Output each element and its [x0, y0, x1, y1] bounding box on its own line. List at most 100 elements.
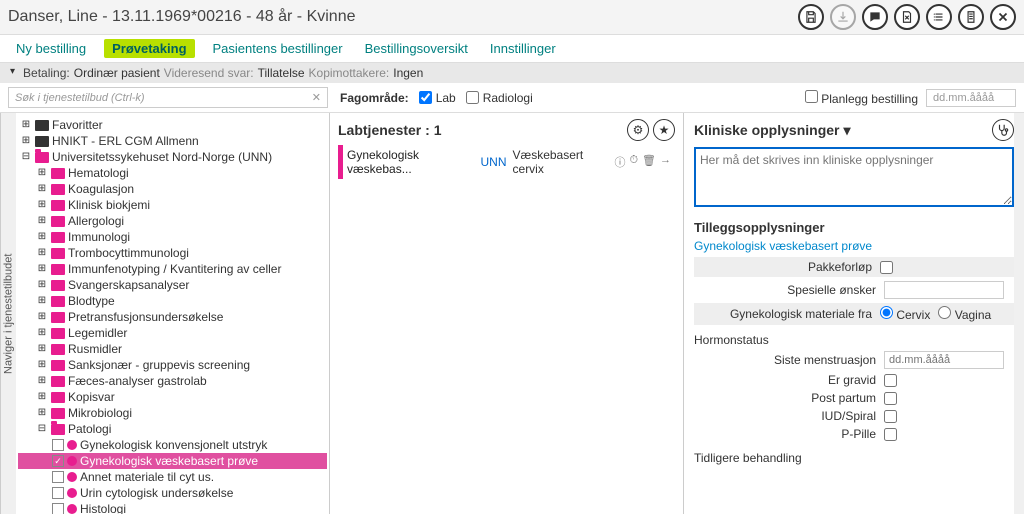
tree-item[interactable]: ⊞Koagulasjon: [18, 181, 327, 197]
tree-label: Universitetssykehuset Nord-Norge (UNN): [52, 150, 272, 164]
radiologi-checkbox[interactable]: Radiologi: [466, 91, 533, 105]
ppille-checkbox[interactable]: [884, 428, 897, 441]
tab-provetaking[interactable]: Prøvetaking: [104, 39, 194, 58]
page-icon[interactable]: [958, 4, 984, 30]
clock-icon[interactable]: ⏱: [629, 154, 638, 170]
clinical-info-title[interactable]: Kliniske opplysninger ▾: [694, 122, 851, 139]
clear-search-icon[interactable]: ✕: [312, 91, 321, 104]
row-gynmat: Gynekologisk materiale fra Cervix Vagina: [694, 303, 1014, 325]
tree-label: Immunfenotyping / Kvantitering av celler: [68, 262, 281, 276]
cervix-radio[interactable]: Cervix: [880, 306, 930, 322]
row-gravid: Er gravid: [694, 373, 1014, 387]
postpartum-checkbox[interactable]: [884, 392, 897, 405]
tree-label: Immunologi: [68, 230, 130, 244]
tree-patologi[interactable]: ⊟Patologi: [18, 421, 327, 437]
lab-service-item[interactable]: Gynekologisk væskebas... UNN Væskebasert…: [338, 145, 675, 179]
tab-ny-bestilling[interactable]: Ny bestilling: [12, 39, 90, 58]
tree-checkbox[interactable]: ✓: [52, 455, 64, 467]
tree-label: Gynekologisk konvensjonelt utstryk: [80, 438, 267, 452]
window-header: Danser, Line - 13.11.1969*00216 - 48 år …: [0, 0, 1024, 35]
planlegg-group: Planlegg bestilling dd.mm.åååå: [805, 89, 1016, 107]
gyn-prove-link[interactable]: Gynekologisk væskebasert prøve: [694, 239, 1014, 253]
tree-label: Sanksjonær - gruppevis screening: [68, 358, 250, 372]
row-ppille: P-Pille: [694, 427, 1014, 441]
tree-item[interactable]: ⊞Fæces-analyser gastrolab: [18, 373, 327, 389]
clinical-info-textarea[interactable]: [694, 147, 1014, 207]
tree-item[interactable]: ⊞Pretransfusjonsundersøkelse: [18, 309, 327, 325]
category-dot-icon: [67, 456, 77, 466]
betaling-value: Ordinær pasient: [74, 66, 160, 80]
tree-favoritter[interactable]: ⊞Favoritter: [18, 117, 327, 133]
tree-label: Allergologi: [68, 214, 124, 228]
tree-item[interactable]: ⊞Kopisvar: [18, 389, 327, 405]
tree-item[interactable]: ⊞Rusmidler: [18, 341, 327, 357]
save-icon[interactable]: [798, 4, 824, 30]
settings-icon[interactable]: [627, 119, 649, 141]
tree-item[interactable]: ⊞Hematologi: [18, 165, 327, 181]
gravid-checkbox[interactable]: [884, 374, 897, 387]
tab-innstillinger[interactable]: Innstillinger: [486, 39, 560, 58]
tree-label: HNIKT - ERL CGM Allmenn: [52, 134, 199, 148]
planlegg-checkbox[interactable]: Planlegg bestilling: [805, 90, 918, 106]
tree-label: Favoritter: [52, 118, 103, 132]
spesielle-label: Spesielle ønsker: [694, 283, 876, 297]
tree-unn[interactable]: ⊟Universitetssykehuset Nord-Norge (UNN): [18, 149, 327, 165]
tree-checkbox[interactable]: [52, 503, 64, 514]
kopi-value: Ingen: [393, 66, 423, 80]
tree-item[interactable]: ⊞Svangerskapsanalyser: [18, 277, 327, 293]
pakkeforlop-checkbox[interactable]: [880, 261, 893, 274]
postpartum-label: Post partum: [694, 391, 876, 405]
tree-item[interactable]: ⊞Legemidler: [18, 325, 327, 341]
tree-item[interactable]: ⊞Immunologi: [18, 229, 327, 245]
search-input[interactable]: Søk i tjenestetilbud (Ctrl-k) ✕: [8, 87, 328, 108]
tree-label: Klinisk biokjemi: [68, 198, 150, 212]
close-icon[interactable]: [990, 4, 1016, 30]
info-icon[interactable]: ⓘ: [614, 154, 625, 170]
tree-hnikt[interactable]: ⊞HNIKT - ERL CGM Allmenn: [18, 133, 327, 149]
tab-bestillingsoversikt[interactable]: Bestillingsoversikt: [361, 39, 472, 58]
siste-mens-input[interactable]: [884, 351, 1004, 369]
center-panel: Labtjenester : 1 Gynekologisk væskebas..…: [330, 113, 684, 514]
tab-pasientens-bestillinger[interactable]: Pasientens bestillinger: [209, 39, 347, 58]
vagina-radio[interactable]: Vagina: [938, 306, 991, 322]
tree-leaf-item[interactable]: Gynekologisk konvensjonelt utstryk: [18, 437, 327, 453]
tree-label: Gynekologisk væskebasert prøve: [80, 454, 258, 468]
tree-leaf-item[interactable]: Urin cytologisk undersøkelse: [18, 485, 327, 501]
document-icon[interactable]: [894, 4, 920, 30]
scrollbar[interactable]: [1014, 113, 1024, 514]
collapse-icon[interactable]: ▾: [10, 66, 15, 80]
category-dot-icon: [67, 472, 77, 482]
list-icon[interactable]: [926, 4, 952, 30]
chat-icon[interactable]: [862, 4, 888, 30]
tree-label: Fæces-analyser gastrolab: [68, 374, 207, 388]
tree-item[interactable]: ⊞Sanksjonær - gruppevis screening: [18, 357, 327, 373]
tree-leaf-item[interactable]: ✓ Gynekologisk væskebasert prøve: [18, 453, 327, 469]
tree-label: Mikrobiologi: [68, 406, 132, 420]
arrow-right-icon[interactable]: →: [660, 154, 671, 170]
planlegg-date-input[interactable]: dd.mm.åååå: [926, 89, 1016, 107]
tree-item[interactable]: ⊞Klinisk biokjemi: [18, 197, 327, 213]
service-tree[interactable]: ⊞Favoritter ⊞HNIKT - ERL CGM Allmenn ⊟Un…: [16, 113, 330, 514]
stethoscope-icon[interactable]: [992, 119, 1014, 141]
row-pakkeforlop: Pakkeforløp: [694, 257, 1014, 277]
lab-checkbox[interactable]: Lab: [419, 91, 456, 105]
kopi-label: Kopimottakere:: [309, 66, 390, 80]
delete-icon[interactable]: 🗑: [642, 154, 656, 170]
tree-item[interactable]: ⊞Trombocyttimmunologi: [18, 245, 327, 261]
tree-item[interactable]: ⊞Mikrobiologi: [18, 405, 327, 421]
clinical-title-text: Kliniske opplysninger: [694, 122, 839, 138]
tidligere-label: Tidligere behandling: [694, 451, 1014, 465]
tree-item[interactable]: ⊞Blodtype: [18, 293, 327, 309]
spesielle-input[interactable]: [884, 281, 1004, 299]
tree-leaf-item[interactable]: Histologi: [18, 501, 327, 514]
tree-label: Koagulasjon: [68, 182, 134, 196]
export-icon[interactable]: [830, 4, 856, 30]
tree-leaf-item[interactable]: Annet materiale til cyt us.: [18, 469, 327, 485]
tree-checkbox[interactable]: [52, 487, 64, 499]
tree-item[interactable]: ⊞Immunfenotyping / Kvantitering av celle…: [18, 261, 327, 277]
tree-checkbox[interactable]: [52, 439, 64, 451]
favorite-icon[interactable]: [653, 119, 675, 141]
tree-checkbox[interactable]: [52, 471, 64, 483]
iud-checkbox[interactable]: [884, 410, 897, 423]
tree-item[interactable]: ⊞Allergologi: [18, 213, 327, 229]
